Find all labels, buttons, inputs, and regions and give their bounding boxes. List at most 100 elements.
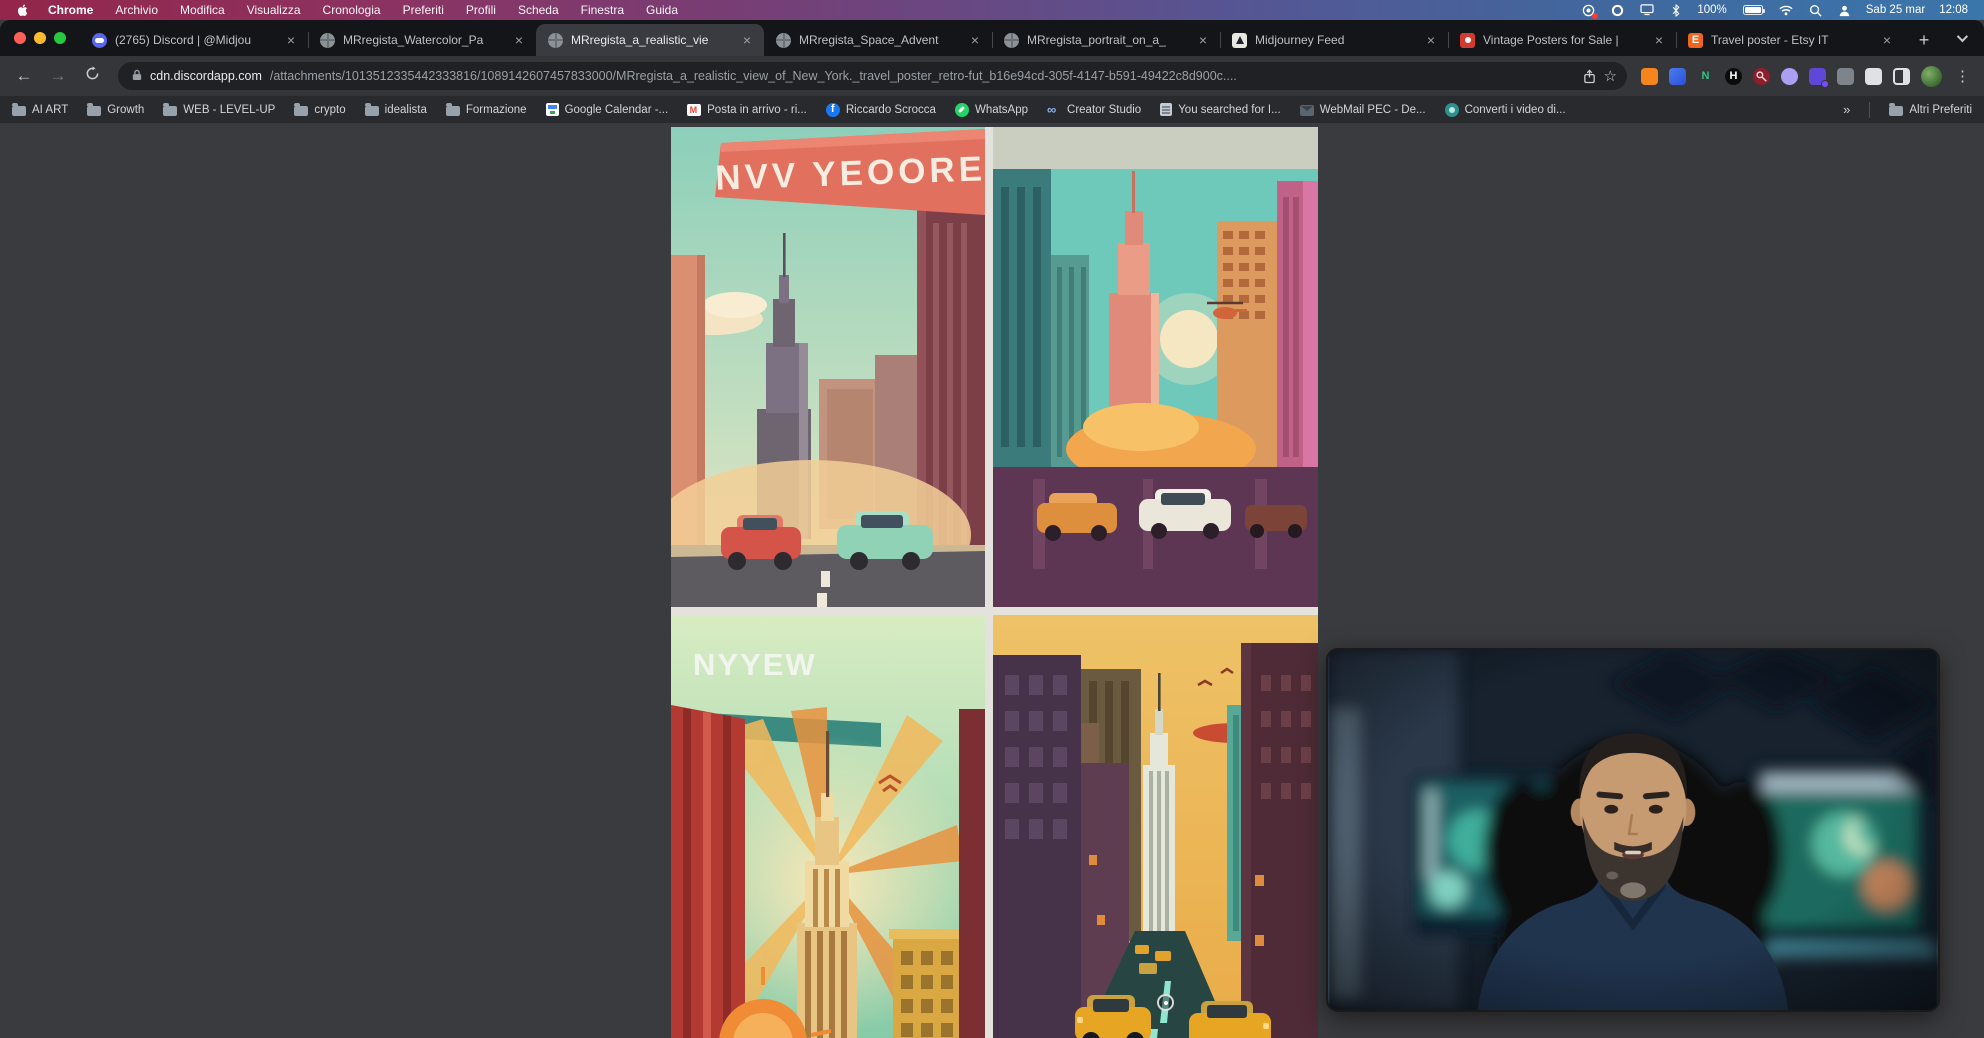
menu-item-cronologia[interactable]: Cronologia [323,3,381,17]
profile-avatar[interactable] [1921,66,1942,87]
bookmark-label: Growth [107,104,144,116]
display-icon[interactable] [1639,3,1654,18]
sidebar-icon[interactable] [1893,68,1910,85]
bookmark-folder-web-levelup[interactable]: WEB - LEVEL-UP [163,104,275,116]
bookmark-webmail-pec[interactable]: WebMail PEC - De... [1300,104,1426,116]
bookmark-label: Posta in arrivo - ri... [707,104,807,116]
back-button[interactable]: ← [12,66,36,86]
other-bookmarks-folder[interactable]: Altri Preferiti [1889,104,1972,116]
menu-item-scheda[interactable]: Scheda [518,3,559,17]
tab-close-icon[interactable]: × [1880,32,1894,48]
bookmark-folder-idealista[interactable]: idealista [365,104,427,116]
tab-close-icon[interactable]: × [1196,32,1210,48]
folder-icon [294,106,308,116]
battery-icon[interactable] [1741,3,1765,18]
tab-midjourney-feed[interactable]: Midjourney Feed × [1220,24,1448,56]
screen-recording-icon[interactable] [1581,3,1596,18]
phantom-ghost-icon[interactable] [1781,68,1798,85]
address-bar[interactable]: cdn.discordapp.com /attachments/10135123… [118,62,1627,90]
menu-date[interactable]: Sab 25 mar [1866,4,1925,16]
bookmark-star-icon[interactable]: ☆ [1604,67,1617,85]
tab-discord[interactable]: (2765) Discord | @Midjou × [80,24,308,56]
apple-menu-icon[interactable] [16,3,30,17]
tab-search-chevron-icon[interactable] [1948,24,1974,52]
bookmark-label: You searched for I... [1178,104,1281,116]
menu-item-archivio[interactable]: Archivio [115,3,158,17]
poster-art-bottom-left: NYYEW [671,615,985,1038]
forward-button[interactable]: → [46,66,70,86]
bookmark-creator-studio[interactable]: ∞Creator Studio [1047,104,1141,116]
new-tab-button[interactable]: + [1910,26,1938,54]
gray-extension-icon[interactable] [1837,68,1854,85]
tab-space-adventure[interactable]: MRregista_Space_Advent × [764,24,992,56]
poster-bottom-left: NYYEW [671,615,985,1038]
menu-app-name[interactable]: Chrome [48,3,93,17]
calendar-icon [546,103,559,116]
url-domain: cdn.discordapp.com [150,69,262,83]
menu-time[interactable]: 12:08 [1939,4,1968,16]
bookmark-folder-growth[interactable]: Growth [87,104,144,116]
tab-label: MRregista_Watercolor_Pa [343,33,504,47]
bookmarks-overflow-chevrons[interactable]: » [1843,102,1850,117]
menu-item-profili[interactable]: Profili [466,3,496,17]
share-icon[interactable] [1583,69,1596,84]
menu-item-modifica[interactable]: Modifica [180,3,225,17]
bookmark-google-calendar[interactable]: Google Calendar -... [546,103,669,116]
user-switch-icon[interactable] [1837,3,1852,18]
tab-close-icon[interactable]: × [1652,32,1666,48]
ring-icon[interactable] [1610,3,1625,18]
extensions-puzzle-icon[interactable] [1865,68,1882,85]
nexo-icon[interactable]: N [1697,68,1714,85]
hedera-icon[interactable]: H [1725,68,1742,85]
bookmark-you-searched[interactable]: You searched for I... [1160,103,1281,116]
tab-realistic-view-active[interactable]: MRregista_a_realistic_vie × [536,24,764,56]
window-fullscreen-button[interactable] [54,32,66,44]
blue-extension-icon[interactable] [1669,68,1686,85]
bookmark-whatsapp[interactable]: WhatsApp [955,103,1028,117]
bookmark-label: idealista [385,104,427,116]
tab-etsy[interactable]: E Travel poster - Etsy IT × [1676,24,1904,56]
bookmark-label: Converti i video di... [1465,104,1566,116]
etsy-icon: E [1688,33,1703,48]
tab-close-icon[interactable]: × [512,32,526,48]
bookmark-folder-crypto[interactable]: crypto [294,104,345,116]
bookmark-label: Formazione [466,104,527,116]
menu-item-finestra[interactable]: Finestra [581,3,624,17]
window-close-button[interactable] [14,32,26,44]
poster-grid-image[interactable]: NVV YEOORE [671,127,1318,1038]
window-minimize-button[interactable] [34,32,46,44]
tab-close-icon[interactable]: × [284,32,298,48]
tab-vintage-posters[interactable]: Vintage Posters for Sale | × [1448,24,1676,56]
tab-label: Vintage Posters for Sale | [1483,33,1644,47]
menu-item-guida[interactable]: Guida [646,3,678,17]
metamask-icon[interactable] [1641,68,1658,85]
poster-art-bottom-right [993,615,1318,1038]
bookmark-gmail[interactable]: Posta in arrivo - ri... [687,103,807,116]
reload-button[interactable] [80,66,104,86]
purple-wallet-icon[interactable] [1809,68,1826,85]
tab-close-icon[interactable]: × [740,32,754,48]
menu-item-visualizza[interactable]: Visualizza [247,3,301,17]
bookmark-label: WebMail PEC - De... [1320,104,1426,116]
right-foreground-building [1241,643,1318,1038]
tab-portrait[interactable]: MRregista_portrait_on_a_ × [992,24,1220,56]
folder-icon [12,106,26,116]
bookmark-folder-ai-art[interactable]: AI ART [12,104,68,116]
menu-kebab-icon[interactable]: ⋮ [1953,67,1972,85]
bookmark-label: Google Calendar -... [565,104,669,116]
bookmark-label: WEB - LEVEL-UP [183,104,275,116]
wifi-icon[interactable] [1779,3,1794,18]
chrome-tab-bar: (2765) Discord | @Midjou × MRregista_Wat… [0,20,1984,56]
bookmark-facebook[interactable]: Riccardo Scrocca [826,103,936,117]
zoom-cursor-icon[interactable] [1157,994,1174,1011]
bookmark-converti-video[interactable]: Converti i video di... [1445,103,1566,117]
tab-close-icon[interactable]: × [1424,32,1438,48]
tab-watercolor[interactable]: MRregista_Watercolor_Pa × [308,24,536,56]
menu-item-preferiti[interactable]: Preferiti [403,3,444,17]
bookmark-folder-formazione[interactable]: Formazione [446,104,527,116]
globe-icon [320,33,335,48]
key-icon[interactable] [1753,68,1770,85]
spotlight-search-icon[interactable] [1808,3,1823,18]
bluetooth-icon[interactable] [1668,3,1683,18]
tab-close-icon[interactable]: × [968,32,982,48]
